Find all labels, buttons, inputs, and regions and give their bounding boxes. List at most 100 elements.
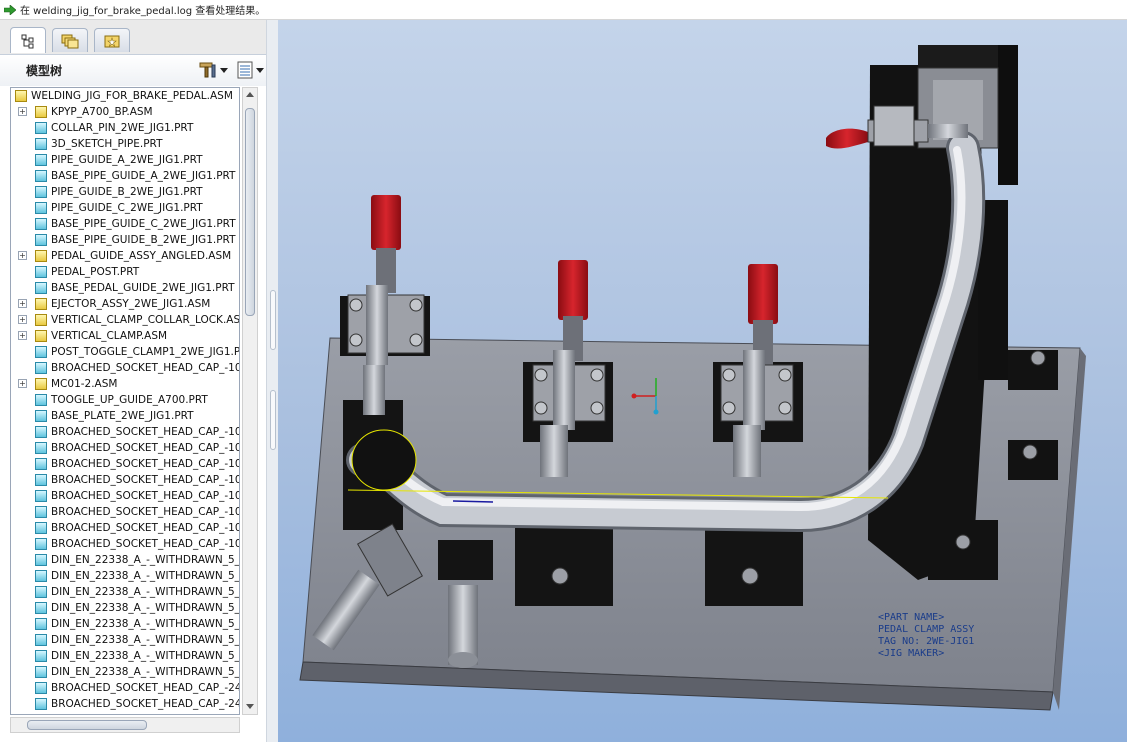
tree-item[interactable]: + EJECTOR_ASSY_2WE_JIG1.ASM [18, 296, 211, 312]
scroll-thumb[interactable] [245, 108, 255, 316]
part-icon [35, 266, 47, 278]
tree-item-label: BROACHED_SOCKET_HEAD_CAP_-242 [51, 698, 240, 710]
engraving-line-3: TAG NO: 2WE-JIG1 [878, 636, 974, 647]
model-tree-header: 模型树 [0, 54, 278, 86]
panel-splitter[interactable] [266, 20, 278, 742]
favorites-tab[interactable] [94, 28, 130, 52]
tree-item-label: PIPE_GUIDE_A_2WE_JIG1.PRT [51, 154, 203, 166]
model-view[interactable]: <PART NAME> PEDAL CLAMP ASSY TAG NO: 2WE… [278, 20, 1127, 742]
part-icon [35, 634, 47, 646]
assembly-icon [35, 330, 47, 342]
tree-item[interactable]: PIPE_GUIDE_B_2WE_JIG1.PRT [35, 184, 203, 200]
tree-settings-button[interactable] [198, 61, 228, 79]
part-icon [35, 442, 47, 454]
expand-icon[interactable]: + [18, 107, 27, 116]
tree-item[interactable]: BROACHED_SOCKET_HEAD_CAP_-242 [35, 696, 240, 712]
part-icon [35, 218, 47, 230]
tree-columns-icon [237, 61, 253, 79]
tree-item[interactable]: DIN_EN_22338_A_-_WITHDRAWN_5_I [35, 648, 239, 664]
tree-item[interactable]: BASE_PIPE_GUIDE_C_2WE_JIG1.PRT [35, 216, 236, 232]
tree-item[interactable]: BROACHED_SOCKET_HEAD_CAP_-109 [35, 488, 239, 504]
tree-item[interactable]: + MC01-2.ASM [18, 376, 117, 392]
tree-item[interactable]: + PEDAL_GUIDE_ASSY_ANGLED.ASM [18, 248, 231, 264]
part-icon [35, 170, 47, 182]
tree-item-label: EJECTOR_ASSY_2WE_JIG1.ASM [51, 298, 211, 310]
model-tree-tab[interactable] [10, 27, 46, 53]
tree-item[interactable]: PIPE_GUIDE_C_2WE_JIG1.PRT [35, 200, 203, 216]
splitter-grip[interactable] [270, 390, 276, 450]
graphics-window[interactable]: <PART NAME> PEDAL CLAMP ASSY TAG NO: 2WE… [278, 20, 1127, 742]
tree-item-label: KPYP_A700_BP.ASM [51, 106, 153, 118]
model-tree-icon [21, 34, 34, 48]
tree-item-label: PIPE_GUIDE_B_2WE_JIG1.PRT [51, 186, 203, 198]
tree-item[interactable]: BROACHED_SOCKET_HEAD_CAP_-242 [35, 680, 240, 696]
tree-item[interactable]: DIN_EN_22338_A_-_WITHDRAWN_5_I [35, 616, 239, 632]
assembly-icon [15, 90, 27, 102]
part-icon [35, 122, 47, 134]
part-icon [35, 154, 47, 166]
tree-item[interactable]: BROACHED_SOCKET_HEAD_CAP_-109 [35, 440, 240, 456]
tree-item[interactable]: DIN_EN_22338_A_-_WITHDRAWN_5_I [35, 552, 239, 568]
scroll-down-icon[interactable] [246, 704, 254, 709]
model-tree-title: 模型树 [26, 64, 63, 78]
expand-icon[interactable]: + [18, 379, 27, 388]
tree-item[interactable]: + VERTICAL_CLAMP.ASM [18, 328, 167, 344]
tree-horizontal-scrollbar[interactable] [10, 717, 240, 733]
part-icon [35, 554, 47, 566]
message-text: 在 welding_jig_for_brake_pedal.log 查看处理结果… [20, 6, 266, 17]
part-icon [35, 474, 47, 486]
expand-icon[interactable]: + [18, 315, 27, 324]
tree-item[interactable]: PIPE_GUIDE_A_2WE_JIG1.PRT [35, 152, 203, 168]
expand-icon[interactable]: + [18, 299, 27, 308]
tree-item[interactable]: BROACHED_SOCKET_HEAD_CAP_-109 [35, 424, 239, 440]
tree-item[interactable]: BROACHED_SOCKET_HEAD_CAP_-109 [35, 472, 240, 488]
tree-item[interactable]: DIN_EN_22338_A_-_WITHDRAWN_5_I [35, 632, 240, 648]
tree-item[interactable]: BROACHED_SOCKET_HEAD_CAP_-109 [35, 536, 239, 552]
tree-item[interactable]: BASE_PLATE_2WE_JIG1.PRT [35, 408, 194, 424]
tree-item-label: PEDAL_POST.PRT [51, 266, 140, 278]
tree-item-label: BROACHED_SOCKET_HEAD_CAP_-109 [51, 442, 240, 454]
tree-item[interactable]: DIN_EN_22338_A_-_WITHDRAWN_5_I [35, 664, 240, 680]
expand-icon[interactable]: + [18, 251, 27, 260]
tree-item[interactable]: BASE_PIPE_GUIDE_B_2WE_JIG1.PRT [35, 232, 236, 248]
tree-item[interactable]: BROACHED_SOCKET_HEAD_CAP_-109 [35, 504, 239, 520]
tree-item[interactable]: BROACHED_SOCKET_HEAD_CAP_-109 [35, 360, 239, 376]
tree-item-label: BROACHED_SOCKET_HEAD_CAP_-242 [51, 682, 240, 694]
tree-item[interactable]: DIN_EN_22338_A_-_WITHDRAWN_5_I [35, 568, 239, 584]
navigator-panel: 模型树 WELDING_JIG_FOR_BRAKE_PEDAL.ASM + KP… [0, 20, 278, 742]
chevron-down-icon [256, 67, 264, 73]
part-icon [35, 538, 47, 550]
engraving-line-2: PEDAL CLAMP ASSY [878, 624, 974, 635]
arrow-right-icon [4, 4, 16, 15]
part-icon [35, 362, 47, 374]
tree-item[interactable]: 3D_SKETCH_PIPE.PRT [35, 136, 163, 152]
tree-item[interactable]: POST_TOGGLE_CLAMP1_2WE_JIG1.PRT [35, 344, 239, 360]
tree-item[interactable]: + VERTICAL_CLAMP_COLLAR_LOCK.ASM [18, 312, 239, 328]
expand-icon[interactable]: + [18, 331, 27, 340]
part-icon [35, 666, 47, 678]
tree-item[interactable]: BROACHED_SOCKET_HEAD_CAP_-109 [35, 520, 239, 536]
scroll-thumb[interactable] [27, 720, 147, 730]
tree-item[interactable]: COLLAR_PIN_2WE_JIG1.PRT [35, 120, 193, 136]
tree-item[interactable]: BASE_PIPE_GUIDE_A_2WE_JIG1.PRT [35, 168, 235, 184]
scroll-up-icon[interactable] [246, 92, 254, 97]
tree-item-label: BASE_PIPE_GUIDE_A_2WE_JIG1.PRT [51, 170, 236, 182]
tree-item-label: DIN_EN_22338_A_-_WITHDRAWN_5_I [51, 666, 240, 678]
tree-item-label: BASE_PIPE_GUIDE_C_2WE_JIG1.PRT [51, 218, 236, 230]
splitter-grip[interactable] [270, 290, 276, 350]
tree-item[interactable]: PEDAL_POST.PRT [35, 264, 139, 280]
tree-item[interactable]: TOOGLE_UP_GUIDE_A700.PRT [35, 392, 208, 408]
tree-item-label: BASE_PLATE_2WE_JIG1.PRT [51, 410, 194, 422]
tree-root[interactable]: WELDING_JIG_FOR_BRAKE_PEDAL.ASM [15, 88, 233, 104]
tree-item[interactable]: DIN_EN_22338_A_-_WITHDRAWN_5_I [35, 584, 239, 600]
tree-columns-button[interactable] [236, 61, 264, 79]
folder-browser-tab[interactable] [52, 28, 88, 52]
tree-item[interactable]: + KPYP_A700_BP.ASM [18, 104, 153, 120]
tree-item[interactable]: BASE_PEDAL_GUIDE_2WE_JIG1.PRT [35, 280, 235, 296]
tree-item[interactable]: BROACHED_SOCKET_HEAD_CAP_-109 [35, 456, 239, 472]
tree-item-label: BROACHED_SOCKET_HEAD_CAP_-109 [51, 474, 240, 486]
tree-item[interactable]: DIN_EN_22338_A_-_WITHDRAWN_5_I [35, 600, 239, 616]
part-icon [35, 506, 47, 518]
tree-vertical-scrollbar[interactable] [242, 87, 258, 715]
tree-item-label: DIN_EN_22338_A_-_WITHDRAWN_5_I [51, 634, 240, 646]
